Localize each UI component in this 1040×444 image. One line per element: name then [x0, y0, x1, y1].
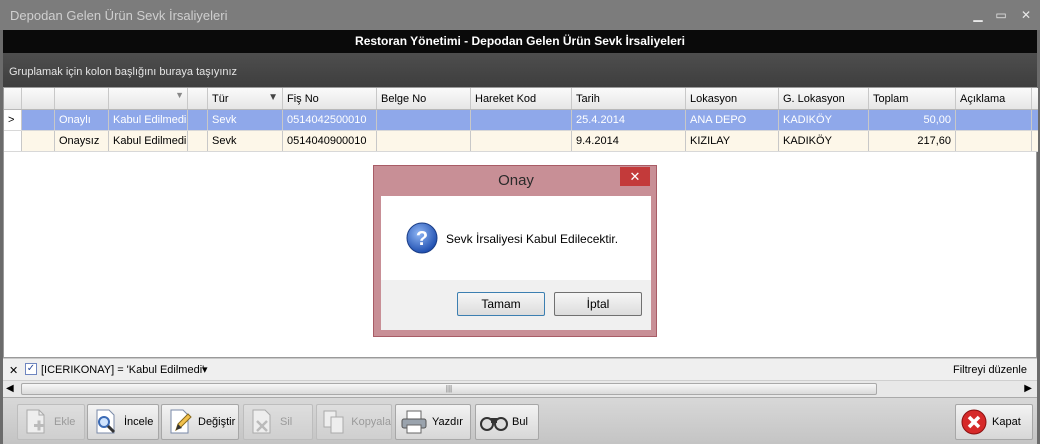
copy-button[interactable]: Kopyala — [316, 404, 392, 440]
dialog-close-button[interactable]: ✕ — [620, 167, 650, 186]
cell-hareket-kod — [471, 131, 572, 151]
column-header-kabul[interactable]: ▼ — [109, 88, 188, 109]
cell-belge-no — [377, 110, 471, 130]
cell-toplam: 217,60 — [869, 131, 956, 151]
confirm-dialog: Onay ✕ ? Sevk İrsaliyesi Kabul Edilecekt… — [373, 165, 657, 337]
edit-button[interactable]: Değiştir — [161, 404, 239, 440]
printer-icon — [400, 408, 428, 436]
column-header-indicator[interactable] — [4, 88, 22, 109]
delete-button[interactable]: Sil — [243, 404, 313, 440]
cell-hareket-kod — [471, 110, 572, 130]
scroll-right-icon[interactable]: ▶ — [1024, 383, 1032, 394]
close-x-icon — [960, 408, 988, 436]
cell-g-lokasyon: KADIKÖY — [779, 131, 869, 151]
cell-g-lokasyon: KADIKÖY — [779, 110, 869, 130]
edit-document-icon — [166, 408, 194, 436]
table-row[interactable]: Onaysız Kabul Edilmedi Sevk 051404090001… — [4, 131, 1038, 152]
column-header-blank[interactable] — [188, 88, 208, 109]
scroll-left-icon[interactable]: ◀ — [6, 383, 14, 394]
magnifier-document-icon — [92, 408, 120, 436]
add-document-icon — [22, 408, 50, 436]
cell-aciklama — [956, 131, 1032, 151]
cancel-button[interactable]: İptal — [554, 292, 642, 316]
dialog-message: Sevk İrsaliyesi Kabul Edilecektir. — [446, 232, 619, 246]
cell-tur: Sevk — [208, 110, 283, 130]
edit-filter-link[interactable]: Filtreyi düzenle — [953, 364, 1027, 376]
dialog-footer: Tamam İptal — [381, 280, 651, 330]
group-by-panel[interactable]: Gruplamak için kolon başlığını buraya ta… — [3, 53, 1037, 87]
filter-dropdown-icon[interactable]: ▾ — [202, 363, 208, 376]
column-header-onay[interactable] — [55, 88, 109, 109]
main-window: Depodan Gelen Ürün Sevk İrsaliyeleri ▁ ▭… — [0, 0, 1040, 444]
inspect-button[interactable]: İncele — [87, 404, 159, 440]
column-header-1[interactable] — [22, 88, 55, 109]
svg-text:?: ? — [416, 228, 428, 250]
dialog-body: ? Sevk İrsaliyesi Kabul Edilecektir. — [381, 196, 651, 280]
copy-documents-icon — [321, 408, 347, 436]
cell-belge-no — [377, 131, 471, 151]
row-indicator — [4, 131, 22, 151]
cell-lokasyon: KIZILAY — [686, 131, 779, 151]
cell-kabul: Kabul Edilmedi — [109, 131, 188, 151]
scroll-thumb[interactable]: ||| — [21, 383, 877, 395]
add-button[interactable]: Ekle — [17, 404, 85, 440]
print-button[interactable]: Yazdır — [395, 404, 471, 440]
minimize-button[interactable]: ▁ — [970, 8, 986, 22]
column-header-hareket-kod[interactable]: Hareket Kod — [471, 88, 572, 109]
grid-header: ▼ Tür ▼ Fiş No Belge No Hareket Kod Tari… — [4, 88, 1038, 110]
cell-fis-no: 0514040900010 — [283, 131, 377, 151]
column-header-g-lokasyon[interactable]: G. Lokasyon — [779, 88, 869, 109]
binoculars-icon — [480, 408, 508, 436]
filter-icon[interactable]: ▼ — [175, 90, 184, 100]
column-header-toplam[interactable]: Toplam — [869, 88, 956, 109]
question-icon: ? — [406, 222, 438, 257]
table-row[interactable]: > Onaylı Kabul Edilmedi Sevk 05140425000… — [4, 110, 1038, 131]
column-header-lokasyon[interactable]: Lokasyon — [686, 88, 779, 109]
clear-filter-icon[interactable]: ✕ — [9, 364, 18, 377]
find-button[interactable]: Bul — [475, 404, 539, 440]
cell-tarih: 25.4.2014 — [572, 110, 686, 130]
sort-down-icon: ▼ — [268, 92, 278, 103]
column-header-belge-no[interactable]: Belge No — [377, 88, 471, 109]
filter-expression[interactable]: [ICERIKONAY] = 'Kabul Edilmedi' — [41, 364, 204, 376]
bottom-toolbar: Ekle İncele Değiştir Sil Kopyala Yazdır … — [3, 397, 1037, 444]
cell-toplam: 50,00 — [869, 110, 956, 130]
row-indicator-icon: > — [4, 110, 22, 130]
filter-bar: ✕ ✓ [ICERIKONAY] = 'Kabul Edilmedi' ▾ Fi… — [3, 358, 1037, 380]
cell-onay: Onaysız — [55, 131, 109, 151]
module-header: Restoran Yönetimi - Depodan Gelen Ürün S… — [3, 30, 1037, 53]
dialog-title: Onay — [498, 172, 534, 189]
cell-fis-no: 0514042500010 — [283, 110, 377, 130]
column-header-tur[interactable]: Tür ▼ — [208, 88, 283, 109]
cell-aciklama — [956, 110, 1032, 130]
ok-button[interactable]: Tamam — [457, 292, 545, 316]
column-header-aciklama[interactable]: Açıklama — [956, 88, 1032, 109]
column-header-tarih[interactable]: Tarih — [572, 88, 686, 109]
delete-document-icon — [248, 408, 276, 436]
cell-onay: Onaylı — [55, 110, 109, 130]
maximize-button[interactable]: ▭ — [993, 8, 1009, 22]
filter-enabled-checkbox[interactable]: ✓ — [25, 363, 37, 375]
window-title: Depodan Gelen Ürün Sevk İrsaliyeleri — [10, 8, 228, 23]
horizontal-scrollbar[interactable]: ◀ ||| ▶ — [3, 380, 1037, 397]
close-window-button[interactable]: ✕ — [1018, 8, 1034, 22]
cell-tarih: 9.4.2014 — [572, 131, 686, 151]
cell-tur: Sevk — [208, 131, 283, 151]
column-header-fis-no[interactable]: Fiş No — [283, 88, 377, 109]
title-bar: Depodan Gelen Ürün Sevk İrsaliyeleri ▁ ▭… — [0, 0, 1040, 30]
cell-lokasyon: ANA DEPO — [686, 110, 779, 130]
close-button[interactable]: Kapat — [955, 404, 1033, 440]
cell-kabul: Kabul Edilmedi — [109, 110, 188, 130]
